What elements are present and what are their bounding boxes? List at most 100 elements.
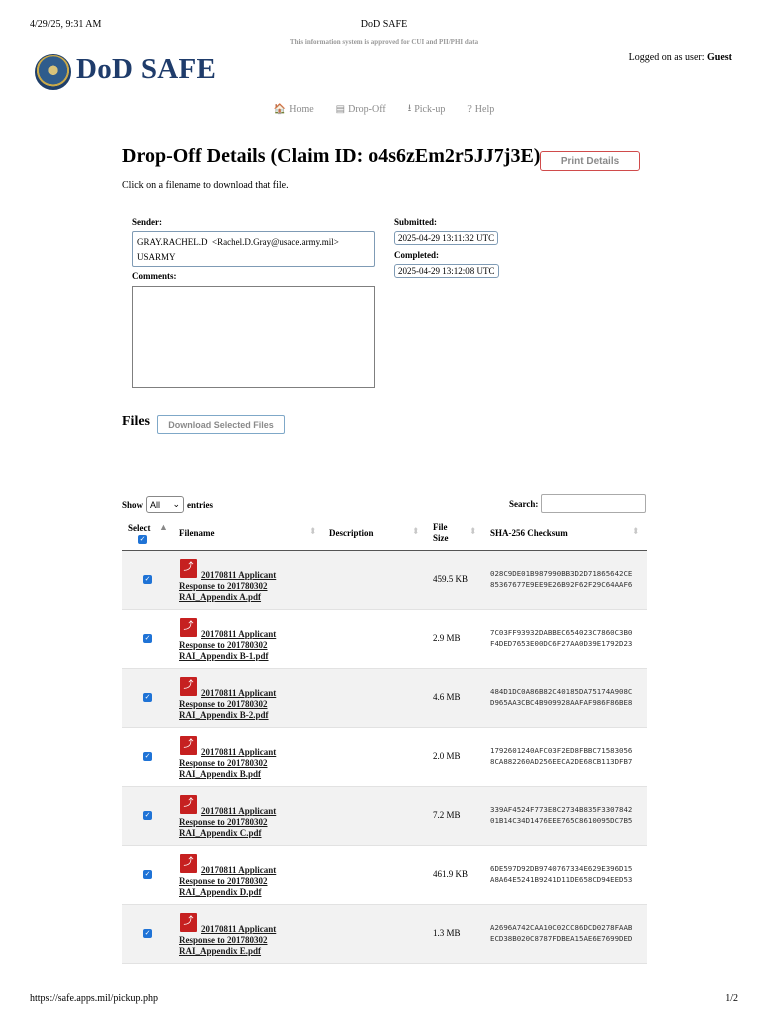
row-select-checkbox[interactable]: ✓: [143, 693, 152, 702]
checksum-line2: F4DED7653E00DC6F27AA0D39E1792D23: [490, 639, 633, 648]
print-footer-page: 1/2: [725, 993, 738, 1004]
comments-field[interactable]: [132, 286, 375, 388]
filename-link[interactable]: 20170811 Applicant Response to 201780302 R…: [179, 747, 294, 780]
row-select-checkbox[interactable]: ✓: [143, 634, 152, 643]
search-input[interactable]: [541, 494, 647, 513]
sort-icon: ⬍: [469, 526, 477, 536]
filename-link[interactable]: 20170811 Applicant Response to 201780302 R…: [179, 570, 294, 603]
nav-pick-up[interactable]: ⭳ Pick-up: [408, 101, 446, 118]
sort-icon: ⬍: [309, 526, 317, 536]
chevron-down-icon: ⌄: [172, 499, 181, 510]
filename-line3: RAI_Appendix E.pdf: [179, 946, 262, 956]
entries-select[interactable]: All ⌄: [146, 496, 185, 513]
checksum-line1: 339AF4524F773E8C2734B835F3307842: [490, 805, 633, 814]
sender-label: Sender:: [132, 217, 162, 227]
completed-value: 2025-04-29 13:12:08 UTC: [394, 264, 499, 278]
col-select-label: Select: [128, 522, 151, 533]
filename-line1: 20170811 Applicant: [201, 570, 277, 580]
table-row: ✓ ⤴ 20170811 Applicant Response to 20178030…: [122, 551, 647, 610]
search-control: Search:: [509, 494, 647, 513]
site-logo-text[interactable]: DoD SAFE: [76, 53, 216, 86]
checksum-line2: 8CA882260AD256EECA2DE68CB113DFB7: [490, 757, 633, 766]
filename-link[interactable]: 20170811 Applicant Response to 201780302 R…: [179, 924, 294, 957]
table-row: ✓ ⤴ 20170811 Applicant Response to 20178030…: [122, 846, 647, 905]
col-size-line1: File: [433, 522, 448, 532]
files-heading: Files: [122, 414, 150, 429]
filename-line3: RAI_Appendix B-1.pdf: [179, 651, 269, 661]
logged-in-status: Logged on as user: Guest: [629, 52, 732, 63]
table-row: ✓ ⤴ 20170811 Applicant Response to 20178030…: [122, 610, 647, 669]
print-details-button[interactable]: Print Details: [540, 151, 640, 171]
filename-line2: Response to 201780302: [179, 817, 268, 827]
sort-icon: ⬍: [412, 526, 420, 536]
instructions-text: Click on a filename to download that fil…: [122, 180, 289, 191]
table-row: ✓ ⤴ 20170811 Applicant Response to 20178030…: [122, 669, 647, 728]
filename-line2: Response to 201780302: [179, 581, 268, 591]
checksum-line1: 484D1DC0A86B82C40185DA75174A908C: [490, 687, 633, 696]
logged-in-prefix: Logged on as user:: [628, 52, 705, 63]
col-checksum[interactable]: SHA-256 Checksum: [490, 515, 568, 551]
filename-line1: 20170811 Applicant: [201, 688, 277, 698]
entries-select-value: All: [150, 499, 161, 510]
filename-line2: Response to 201780302: [179, 935, 268, 945]
filename-link[interactable]: 20170811 Applicant Response to 201780302 R…: [179, 688, 294, 721]
download-icon: ⭳: [407, 103, 412, 114]
cui-notice: This information system is approved for …: [289, 38, 479, 46]
col-select[interactable]: Select ✓: [128, 515, 151, 551]
filename-line2: Response to 201780302: [179, 758, 268, 768]
col-file-size[interactable]: File Size: [433, 515, 449, 551]
file-size: 459.5 KB: [433, 574, 469, 584]
filename-link[interactable]: 20170811 Applicant Response to 201780302 R…: [179, 865, 294, 898]
entries-control: Show All ⌄ entries: [122, 496, 213, 513]
dod-seal-logo[interactable]: [35, 54, 71, 90]
row-select-checkbox[interactable]: ✓: [143, 870, 152, 879]
filename-line1: 20170811 Applicant: [201, 629, 277, 639]
sender-org: USARMY: [137, 252, 176, 262]
home-icon: 🏠: [273, 104, 287, 115]
checksum-line1: 028C9DE01B987990BB3D2D71865642CE: [490, 569, 633, 578]
row-select-checkbox[interactable]: ✓: [143, 811, 152, 820]
file-size: 1.3 MB: [433, 928, 461, 938]
file-size: 461.9 KB: [433, 869, 469, 879]
filename-line1: 20170811 Applicant: [201, 806, 277, 816]
download-selected-button[interactable]: Download Selected Files: [157, 415, 285, 434]
filename-line3: RAI_Appendix B-2.pdf: [179, 710, 269, 720]
filename-line3: RAI_Appendix B.pdf: [179, 769, 262, 779]
checksum-line2: 01B14C34D1476EEE765C8610095DC7B5: [490, 816, 633, 825]
logged-in-user: Guest: [707, 52, 732, 63]
row-select-checkbox[interactable]: ✓: [143, 752, 152, 761]
nav-help[interactable]: ? Help: [467, 101, 494, 118]
checksum-line1: 7C03FF93932DABBEC654023C7860C3B0: [490, 628, 633, 637]
filename-link[interactable]: 20170811 Applicant Response to 201780302 R…: [179, 629, 294, 662]
row-select-checkbox[interactable]: ✓: [143, 575, 152, 584]
file-size: 4.6 MB: [433, 692, 461, 702]
print-footer-url: https://safe.apps.mil/pickup.php: [30, 993, 159, 1004]
comments-label: Comments:: [132, 271, 177, 281]
col-description[interactable]: Description: [329, 515, 374, 551]
submitted-label: Submitted:: [394, 217, 438, 227]
filename-line2: Response to 201780302: [179, 699, 268, 709]
select-all-checkbox[interactable]: ✓: [138, 534, 147, 544]
main-nav: 🏠 Home ▤ Drop-Off ⭳ Pick-up ? Help: [0, 101, 768, 118]
filename-link[interactable]: 20170811 Applicant Response to 201780302 R…: [179, 806, 294, 839]
files-table-header: Select ✓ ▲ Filename ⬍ Description ⬍ File…: [122, 515, 647, 551]
checksum: 1792601240AFC03F2ED8FBBC71583056 8CA88226…: [490, 745, 632, 767]
nav-drop-off[interactable]: ▤ Drop-Off: [336, 101, 386, 118]
nav-home-label: Home: [289, 104, 314, 115]
row-select-checkbox[interactable]: ✓: [143, 929, 152, 938]
help-icon: ?: [467, 104, 472, 115]
search-label: Search:: [509, 498, 539, 509]
checksum-line2: 85367677E9EE9E26B92F62F29C64AAF6: [490, 580, 633, 589]
filename-line1: 20170811 Applicant: [201, 865, 277, 875]
filename-line2: Response to 201780302: [179, 876, 268, 886]
nav-help-label: Help: [474, 104, 495, 115]
nav-home[interactable]: 🏠 Home: [274, 101, 314, 118]
table-row: ✓ ⤴ 20170811 Applicant Response to 20178030…: [122, 728, 647, 787]
col-filename[interactable]: Filename: [179, 515, 215, 551]
table-row: ✓ ⤴ 20170811 Applicant Response to 20178030…: [122, 905, 647, 964]
checksum-line1: 1792601240AFC03F2ED8FBBC71583056: [490, 746, 633, 755]
table-row: ✓ ⤴ 20170811 Applicant Response to 20178030…: [122, 787, 647, 846]
file-size: 2.9 MB: [433, 633, 461, 643]
sort-asc-icon: ▲: [159, 522, 168, 532]
checksum: 6DE597D92DB9740767334E629E396D15 A8A64E52…: [490, 863, 632, 885]
